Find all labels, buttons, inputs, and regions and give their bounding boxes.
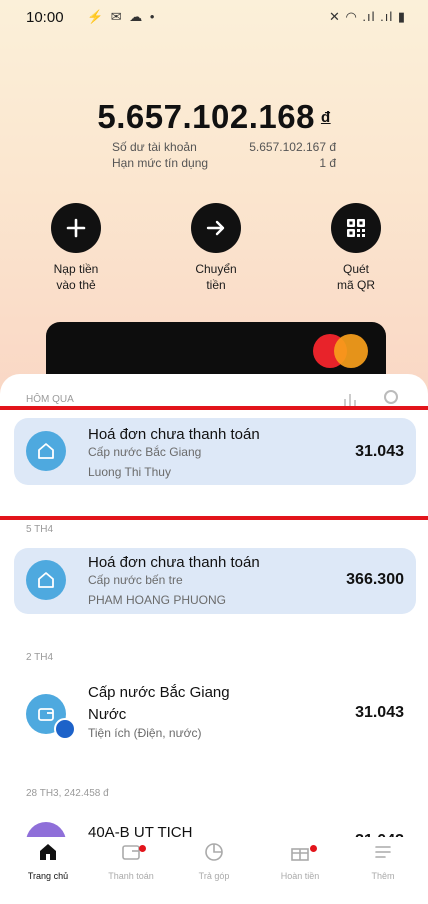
notification-dot [139,845,146,852]
credit-limit-value: 1 đ [319,156,336,170]
transfer-button[interactable]: Chuyển tiền [166,203,266,293]
transaction-merchant: Cấp nước bến tre [88,573,183,587]
transaction-merchant: Cấp nước Bắc Giang [88,445,202,459]
clock-badge-icon [54,718,76,740]
nav-more[interactable]: Thêm [343,837,423,881]
nav-label: Trang chủ [27,871,69,881]
home-icon [26,560,66,600]
topup-card-button[interactable]: Nạp tiền vào thẻ [26,203,126,293]
transaction-title: Hoá đơn chưa thanh toán [88,554,260,571]
transaction-customer: Luong Thi Thuy [88,465,171,479]
section-5-th4: 5 TH4 [26,524,54,535]
notification-dot [310,845,317,852]
nav-payment[interactable]: Thanh toán [91,837,171,881]
status-bar: 10:00 ⚡ ✉ ☁ • ✕ ◠ .ıl .ıl ▮ [0,0,428,36]
section-28-th3: 28 TH3, 242.458 đ [26,788,109,799]
transaction-amount: 31.043 [355,704,404,721]
balance-value: 5.657.102.168 [97,98,315,135]
nav-label: Thanh toán [108,871,154,881]
arrow-right-icon [191,203,241,253]
menu-icon [343,837,423,867]
red-divider-bottom [0,516,428,520]
nav-home[interactable]: Trang chủ [8,837,88,881]
nav-label: Thêm [371,871,395,881]
section-yesterday: HÔM QUA [26,394,74,405]
topup-label: Nạp tiền vào thẻ [53,262,99,292]
account-balance-row: Số dư tài khoản 5.657.102.167 đ [112,140,336,154]
red-divider-top [0,406,428,410]
transaction-row[interactable]: Hoá đơn chưa thanh toán Cấp nước bến tre… [14,548,416,614]
nav-label: Hoàn tiền [280,871,320,881]
section-2-th4: 2 TH4 [26,652,54,663]
transaction-amount: 31.043 [355,443,404,460]
home-icon [8,837,88,867]
transaction-title: Cấp nước Bắc Giang [88,684,230,701]
transaction-row[interactable]: Hoá đơn chưa thanh toán Cấp nước Bắc Gia… [14,418,416,485]
transaction-row[interactable]: Cấp nước Bắc Giang Nước Tiện ích (Điện, … [14,680,416,746]
scan-qr-button[interactable]: Quét mã QR [306,203,406,293]
nav-label: Trả góp [198,871,230,881]
nav-installment[interactable]: Trả góp [174,837,254,881]
account-balance-value: 5.657.102.167 đ [249,140,336,154]
transfer-label: Chuyển tiền [195,262,237,292]
status-time: 10:00 [26,9,64,26]
search-icon[interactable] [382,388,402,408]
system-icons: ✕ ◠ .ıl .ıl ▮ [328,9,406,24]
account-balance-label: Số dư tài khoản [112,140,197,154]
qr-icon [331,203,381,253]
wallet-icon [91,837,171,867]
balance-amount: 5.657.102.168 đ [0,98,428,136]
plus-icon [51,203,101,253]
pie-chart-icon [174,837,254,867]
balance-currency: đ [320,109,331,126]
nav-cashback[interactable]: Hoàn tiền [260,837,340,881]
transaction-customer: PHAM HOANG PHUONG [88,593,227,607]
transaction-amount: 366.300 [346,571,404,588]
notification-icons: ⚡ ✉ ☁ • [87,9,157,24]
mastercard-logo-overlap [334,334,368,368]
credit-limit-label: Hạn mức tín dụng [112,156,209,170]
transaction-title: Hoá đơn chưa thanh toán [88,426,260,443]
gift-icon [260,837,340,867]
home-icon [26,431,66,471]
scan-qr-label: Quét mã QR [336,262,375,292]
credit-limit-row: Hạn mức tín dụng 1 đ [112,156,336,170]
transaction-type: Tiện ích (Điện, nước) [88,726,202,740]
bottom-navigation: Trang chủ Thanh toán Trả góp Hoàn tiền T… [0,837,428,893]
transaction-category: Nước [88,706,127,723]
